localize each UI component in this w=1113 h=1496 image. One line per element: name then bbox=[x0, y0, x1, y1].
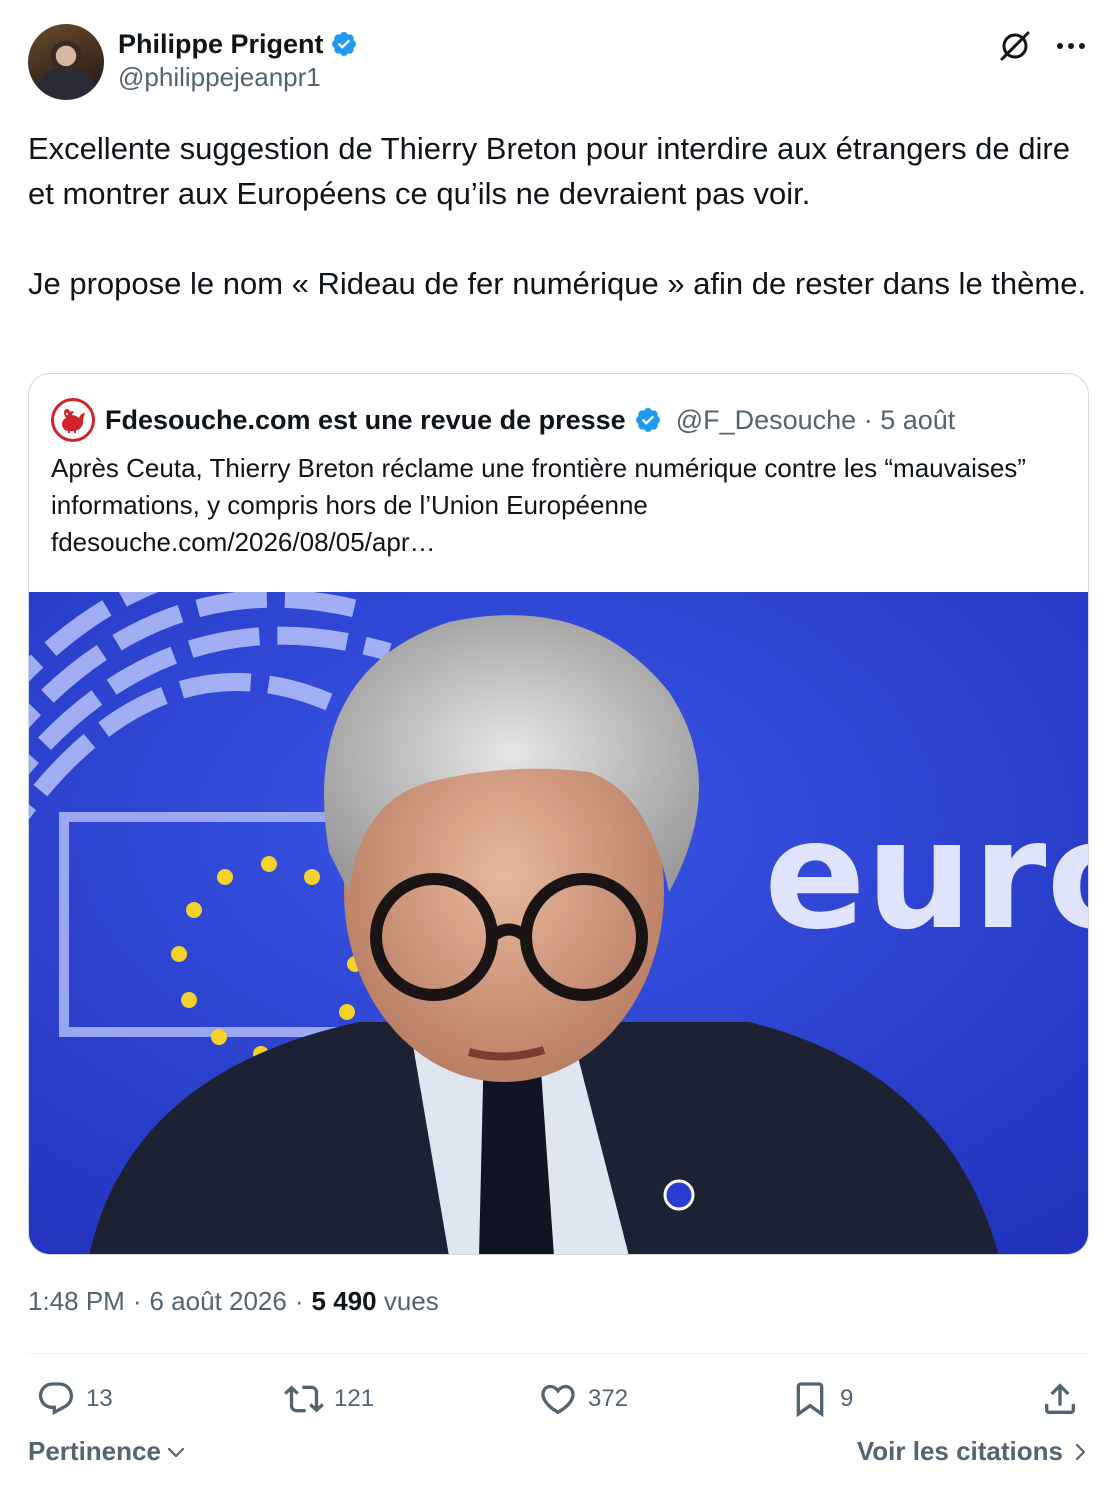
quote-author-name[interactable]: Fdesouche.com est une revue de presse bbox=[105, 405, 626, 436]
tweet-meta: 1:48 PM · 6 août 2026 · 5 490 vues bbox=[28, 1286, 439, 1317]
quote-link[interactable]: fdesouche.com/2026/08/05/apr… bbox=[51, 524, 1061, 561]
tweet-footer: Pertinence Voir les citations bbox=[28, 1436, 1089, 1480]
tweet-paragraph: Je propose le nom « Rideau de fer numéri… bbox=[28, 266, 1087, 301]
author-handle[interactable]: @philippejeanpr1 bbox=[118, 62, 358, 93]
like-count: 372 bbox=[588, 1385, 629, 1412]
author-info: Philippe Prigent @philippejeanpr1 bbox=[118, 26, 358, 93]
meta-separator: · bbox=[132, 1286, 142, 1316]
tweet-time[interactable]: 1:48 PM bbox=[28, 1286, 125, 1317]
meta-separator: · bbox=[294, 1286, 304, 1316]
like-button[interactable]: 372 bbox=[538, 1374, 628, 1424]
sort-label: Pertinence bbox=[28, 1436, 161, 1466]
bookmark-icon bbox=[796, 1382, 824, 1418]
reply-icon bbox=[38, 1382, 74, 1416]
like-icon bbox=[541, 1384, 575, 1415]
bookmark-button[interactable]: 9 bbox=[790, 1374, 853, 1424]
author-avatar[interactable] bbox=[28, 24, 104, 100]
share-button[interactable] bbox=[1040, 1374, 1080, 1424]
sort-dropdown[interactable]: Pertinence bbox=[28, 1436, 187, 1467]
tweet-paragraph: Excellente suggestion de Thierry Breton … bbox=[28, 131, 1070, 211]
quote-handle-date[interactable]: @F_Desouche · 5 août bbox=[676, 405, 956, 436]
views-label: vues bbox=[383, 1286, 439, 1316]
view-quotes-link[interactable]: Voir les citations bbox=[857, 1436, 1089, 1467]
reply-button[interactable]: 13 bbox=[36, 1374, 113, 1424]
image-backdrop-text: euro bbox=[764, 789, 1089, 963]
quote-text: Après Ceuta, Thierry Breton réclame une … bbox=[51, 450, 1061, 561]
repost-icon bbox=[284, 1385, 324, 1413]
repost-button[interactable]: 121 bbox=[284, 1374, 374, 1424]
more-icon[interactable] bbox=[1053, 28, 1089, 64]
repost-count: 121 bbox=[334, 1385, 375, 1412]
quote-avatar[interactable] bbox=[51, 398, 95, 442]
quoted-tweet-card[interactable]: Fdesouche.com est une revue de presse @F… bbox=[28, 373, 1089, 1255]
reply-count: 13 bbox=[86, 1385, 113, 1412]
share-icon bbox=[1045, 1383, 1075, 1414]
views-count: 5 490 bbox=[311, 1286, 377, 1316]
bookmark-count: 9 bbox=[840, 1385, 854, 1412]
quote-header: Fdesouche.com est une revue de presse @F… bbox=[51, 398, 955, 442]
divider bbox=[28, 1353, 1089, 1354]
quote-body: Après Ceuta, Thierry Breton réclame une … bbox=[51, 453, 1026, 520]
quote-image[interactable]: euro bbox=[29, 592, 1089, 1254]
tweet-header: Philippe Prigent @philippejeanpr1 bbox=[28, 24, 1089, 102]
verified-badge-icon bbox=[331, 32, 356, 56]
author-name-row: Philippe Prigent bbox=[118, 26, 358, 62]
author-name[interactable]: Philippe Prigent bbox=[118, 29, 324, 60]
grok-icon[interactable] bbox=[997, 28, 1033, 64]
chevron-down-icon bbox=[167, 1447, 185, 1457]
rooster-icon bbox=[62, 409, 85, 433]
quote-photo: euro bbox=[29, 592, 1089, 1254]
view-quotes-label: Voir les citations bbox=[856, 1436, 1063, 1466]
verified-badge-icon bbox=[635, 408, 660, 432]
tweet-date[interactable]: 6 août 2026 bbox=[150, 1286, 287, 1317]
action-bar: 13 121 372 9 bbox=[28, 1374, 1089, 1424]
tweet-text: Excellente suggestion de Thierry Breton … bbox=[28, 126, 1088, 306]
chevron-right-icon bbox=[1075, 1443, 1086, 1460]
